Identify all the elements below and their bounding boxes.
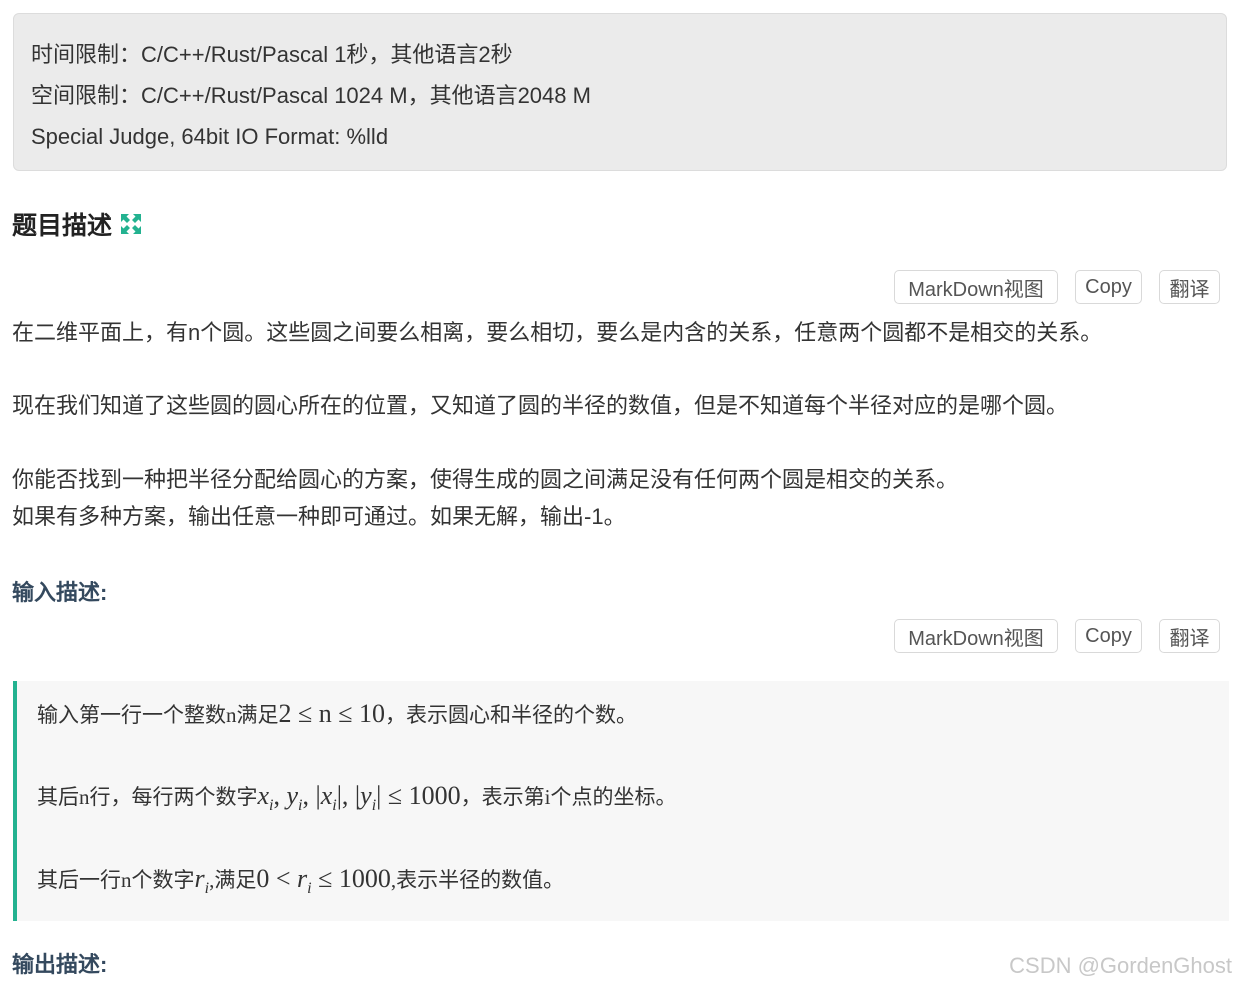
expand-arrows-icon[interactable] — [120, 213, 142, 235]
input-line-1: 输入第一行一个整数n满足2 ≤ n ≤ 10，表示圆心和半径的个数。 — [37, 699, 637, 729]
input-line-3-text: 其后一行n个数字 — [37, 868, 195, 892]
description-toolbar: MarkDown视图 Copy 翻译 — [894, 270, 1220, 304]
output-description-title: 输出描述: — [12, 952, 108, 977]
description-paragraph-1: 在二维平面上，有n个圆。这些圆之间要么相离，要么相切，要么是内含的关系，任意两个… — [12, 320, 1103, 345]
copy-button[interactable]: Copy — [1075, 619, 1142, 653]
input-toolbar: MarkDown视图 Copy 翻译 — [894, 619, 1220, 653]
description-paragraph-4: 如果有多种方案，输出任意一种即可通过。如果无解，输出-1。 — [12, 504, 626, 529]
input-line-2-suffix: ，表示第i个点的坐标。 — [460, 785, 677, 809]
input-line-3-mid: ,满足 — [209, 868, 257, 892]
n-range-math: 2 ≤ n ≤ 10 — [278, 699, 386, 728]
input-description-title: 输入描述: — [12, 580, 108, 605]
input-line-1-suffix: ，表示圆心和半径的个数。 — [385, 703, 638, 727]
limits-box: 时间限制：C/C++/Rust/Pascal 1秒，其他语言2秒 空间限制：C/… — [13, 13, 1227, 171]
csdn-watermark: CSDN @GordenGhost — [1009, 953, 1232, 978]
n-range-formula: 2 ≤ n ≤ 10 — [279, 699, 386, 728]
section-title-label: 题目描述 — [12, 212, 113, 240]
time-limit: 时间限制：C/C++/Rust/Pascal 1秒，其他语言2秒 — [31, 42, 513, 67]
radius-symbol: ri — [194, 864, 210, 898]
input-description-block: 输入第一行一个整数n满足2 ≤ n ≤ 10，表示圆心和半径的个数。 其后n行，… — [13, 681, 1229, 921]
markdown-view-button[interactable]: MarkDown视图 — [894, 270, 1058, 304]
copy-button[interactable]: Copy — [1075, 270, 1142, 304]
description-paragraph-3: 你能否找到一种把半径分配给圆心的方案，使得生成的圆之间满足没有任何两个圆是相交的… — [12, 467, 959, 492]
input-line-3: 其后一行n个数字ri,满足0 < ri ≤ 1000,表示半径的数值。 — [37, 864, 564, 898]
translate-button[interactable]: 翻译 — [1159, 270, 1220, 304]
judge-format: Special Judge, 64bit IO Format: %lld — [31, 124, 389, 149]
radius-range-formula: 0 < ri ≤ 1000 — [256, 864, 391, 898]
description-paragraph-2: 现在我们知道了这些圆的圆心所在的位置，又知道了圆的半径的数值，但是不知道每个半径… — [12, 393, 1069, 418]
input-line-1-text: 输入第一行一个整数n满足 — [37, 703, 279, 727]
input-line-2-text: 其后n行，每行两个数字 — [37, 785, 258, 809]
memory-limit: 空间限制：C/C++/Rust/Pascal 1024 M，其他语言2048 M — [31, 83, 591, 108]
input-line-2: 其后n行，每行两个数字xi, yi, |xi|, |yi| ≤ 1000，表示第… — [37, 781, 676, 815]
input-line-3-suffix: ,表示半径的数值。 — [390, 868, 565, 892]
markdown-view-button[interactable]: MarkDown视图 — [894, 619, 1058, 653]
coordinate-formula: xi, yi, |xi|, |yi| ≤ 1000 — [257, 781, 461, 815]
problem-description-title: 题目描述 — [12, 206, 142, 242]
translate-button[interactable]: 翻译 — [1159, 619, 1220, 653]
